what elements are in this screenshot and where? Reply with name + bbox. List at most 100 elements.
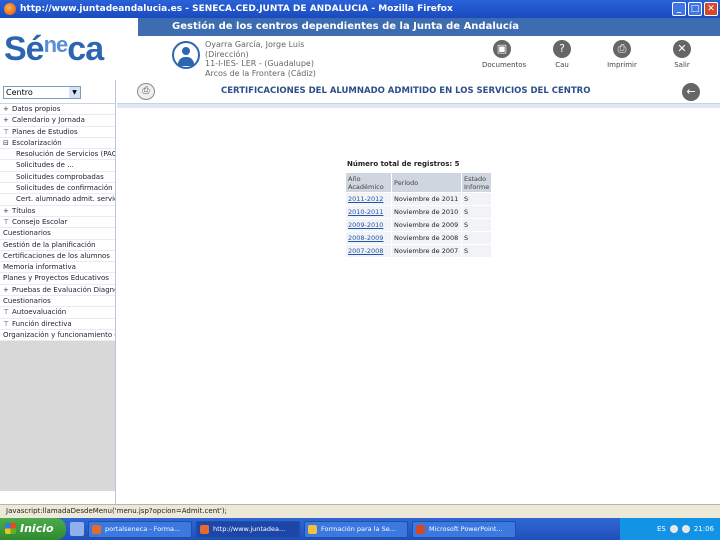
sidebar-item[interactable]: Cuestionarios bbox=[0, 228, 115, 240]
start-button[interactable]: Inicio bbox=[0, 518, 66, 540]
back-arrow-icon[interactable]: ← bbox=[682, 83, 700, 101]
sidebar-item[interactable]: ⊤ Autoevaluación bbox=[0, 307, 115, 319]
sidebar-item-label: Autoevaluación bbox=[12, 308, 67, 317]
expand-icon[interactable]: + bbox=[3, 206, 12, 216]
sidebar-item-label: Cert. alumnado admit. servic. cent bbox=[16, 195, 115, 204]
minimize-button[interactable]: _ bbox=[672, 2, 686, 16]
documents-button[interactable]: ▣ Documentos bbox=[482, 40, 527, 69]
tool-label: Salir bbox=[674, 61, 690, 69]
taskbar-item[interactable]: Formación para la Se... bbox=[304, 520, 408, 538]
chevron-down-icon[interactable]: ▼ bbox=[69, 87, 80, 98]
sidebar-item-label: Solicitudes comprobadas bbox=[16, 172, 104, 181]
sidebar-item-label: Gestión de la planificación bbox=[3, 240, 96, 249]
taskbar-item[interactable]: portalseneca - Forma... bbox=[88, 520, 192, 538]
left-menu: Centro ▼ + Datos propios + Calendario y Jor… bbox=[0, 80, 116, 504]
column-header[interactable]: Período bbox=[391, 172, 462, 193]
leaf-icon[interactable]: ⊤ bbox=[3, 307, 12, 317]
record-count: Número total de registros: 5 bbox=[347, 160, 460, 168]
folder-icon bbox=[308, 524, 317, 534]
user-line: 11-I-IES- LER - (Guadalupe) bbox=[205, 59, 314, 68]
table-row[interactable]: 2008-2009 Noviembre de 2008 S bbox=[345, 231, 493, 245]
app-header: Séneca Gestión de los centros dependient… bbox=[0, 18, 720, 80]
user-avatar-icon[interactable] bbox=[172, 41, 200, 69]
sidebar-item[interactable]: Planes y Proyectos Educativos bbox=[0, 273, 115, 285]
sidebar-item[interactable]: ⊟ Escolarización bbox=[0, 137, 115, 150]
page-header: ⎙ CERTIFICACIONES DEL ALUMNADO ADMITIDO … bbox=[117, 80, 720, 104]
tray-icon[interactable] bbox=[669, 525, 678, 533]
sidebar-item[interactable]: + Títulos bbox=[0, 205, 115, 217]
app-icon bbox=[92, 524, 101, 534]
column-header[interactable]: Año Académico bbox=[345, 172, 392, 193]
collapse-icon[interactable]: ⊟ bbox=[3, 138, 12, 148]
sidebar-item[interactable]: Certificaciones de los alumnos bbox=[0, 250, 115, 263]
sidebar-item[interactable]: + Calendario y Jornada bbox=[0, 115, 115, 127]
expand-icon[interactable]: + bbox=[3, 115, 12, 125]
document-icon: ▣ bbox=[493, 40, 511, 58]
sidebar-item[interactable]: Solicitudes de ... bbox=[0, 160, 115, 172]
sidebar-item[interactable]: Organización y funcionamiento de Ed bbox=[0, 329, 115, 342]
app-icon bbox=[200, 524, 209, 534]
table-row[interactable]: 2007-2008 Noviembre de 2007 S bbox=[345, 244, 493, 258]
tool-label: Documentos bbox=[482, 61, 527, 69]
period-cell: Noviembre de 2011 bbox=[391, 192, 462, 206]
academic-year-link[interactable]: 2009-2010 bbox=[345, 218, 392, 232]
status-cell: S bbox=[460, 205, 493, 219]
period-cell: Noviembre de 2008 bbox=[391, 231, 462, 245]
tray-icon[interactable] bbox=[681, 525, 690, 533]
logo-part-2: ne bbox=[43, 32, 69, 57]
taskbar-item-label: http://www.juntadea... bbox=[213, 524, 286, 533]
sidebar-item[interactable]: ⊤ Planes de Estudios bbox=[0, 126, 115, 138]
sidebar-item[interactable]: + Datos propios bbox=[0, 104, 115, 116]
column-header[interactable]: Estado Informe bbox=[460, 172, 493, 193]
exit-button[interactable]: ✕ Salir bbox=[662, 40, 702, 69]
user-line: Arcos de la Frontera (Cádiz) bbox=[205, 68, 316, 78]
sidebar-item[interactable]: Solicitudes de confirmación y/ne bbox=[0, 183, 115, 195]
academic-year-link[interactable]: 2011-2012 bbox=[345, 192, 392, 206]
sidebar-item[interactable]: ⊤ Consejo Escolar bbox=[0, 216, 115, 229]
print-button[interactable]: ⎙ Imprimir bbox=[602, 40, 642, 69]
cau-button[interactable]: ? Cau bbox=[542, 40, 582, 69]
leaf-icon[interactable]: ⊤ bbox=[3, 217, 12, 227]
academic-year-link[interactable]: 2010-2011 bbox=[345, 205, 392, 219]
exit-icon: ✕ bbox=[673, 40, 691, 58]
sidebar-item-label: Planes y Proyectos Educativos bbox=[3, 274, 109, 283]
expand-icon[interactable]: + bbox=[3, 104, 12, 114]
centro-select[interactable]: Centro ▼ bbox=[3, 86, 81, 99]
logo-part-3: ca bbox=[67, 30, 104, 68]
taskbar-item-label: Microsoft PowerPoint... bbox=[429, 524, 503, 533]
leaf-icon[interactable]: ⊤ bbox=[3, 319, 12, 329]
print-page-icon[interactable]: ⎙ bbox=[137, 83, 155, 100]
expand-icon[interactable]: + bbox=[3, 285, 12, 295]
sidebar-item[interactable]: ⊤ Función directiva bbox=[0, 318, 115, 330]
status-cell: S bbox=[460, 231, 493, 245]
leaf-icon[interactable]: ⊤ bbox=[3, 127, 12, 137]
sidebar-item-label: Solicitudes de ... bbox=[16, 161, 74, 170]
centro-bar: Centro ▼ bbox=[0, 80, 115, 104]
table-row[interactable]: 2011-2012 Noviembre de 2011 S bbox=[345, 192, 493, 206]
quicklaunch-icon[interactable] bbox=[70, 522, 84, 536]
table-row[interactable]: 2010-2011 Noviembre de 2010 S bbox=[345, 205, 493, 219]
sidebar-item[interactable]: Cert. alumnado admit. servic. cent bbox=[0, 194, 115, 206]
centro-select-value: Centro bbox=[6, 88, 33, 97]
academic-year-link[interactable]: 2008-2009 bbox=[345, 231, 392, 245]
academic-year-link[interactable]: 2007-2008 bbox=[345, 244, 392, 258]
language-indicator[interactable]: ES bbox=[657, 525, 666, 533]
sidebar-item[interactable]: Gestión de la planificación bbox=[0, 239, 115, 251]
maximize-button[interactable]: □ bbox=[688, 2, 702, 16]
sidebar-item[interactable]: Solicitudes comprobadas bbox=[0, 172, 115, 184]
logo-part-1: Sé bbox=[4, 30, 45, 68]
sidebar-item-label: Certificaciones de los alumnos bbox=[3, 251, 110, 260]
period-cell: Noviembre de 2007 bbox=[391, 244, 462, 258]
sidebar-item-label: Resolución de Servicios (PAC bbox=[16, 150, 115, 159]
close-button[interactable]: ✕ bbox=[704, 2, 718, 16]
sidebar-item[interactable]: Cuestionarios bbox=[0, 296, 115, 308]
taskbar-item[interactable]: http://www.juntadea... bbox=[196, 520, 300, 538]
sidebar-item-label: Memoria informativa bbox=[3, 263, 76, 272]
sidebar-item[interactable]: Resolución de Servicios (PAC bbox=[0, 149, 115, 161]
sidebar-item-label: Calendario y Jornada bbox=[12, 116, 85, 125]
taskbar-item[interactable]: Microsoft PowerPoint... bbox=[412, 520, 516, 538]
table-row[interactable]: 2009-2010 Noviembre de 2009 S bbox=[345, 218, 493, 232]
sidebar-item[interactable]: Memoria informativa bbox=[0, 262, 115, 274]
firefox-icon bbox=[4, 3, 16, 15]
sidebar-item[interactable]: +Pruebas de Evaluación Diagnóstica bbox=[0, 284, 115, 297]
